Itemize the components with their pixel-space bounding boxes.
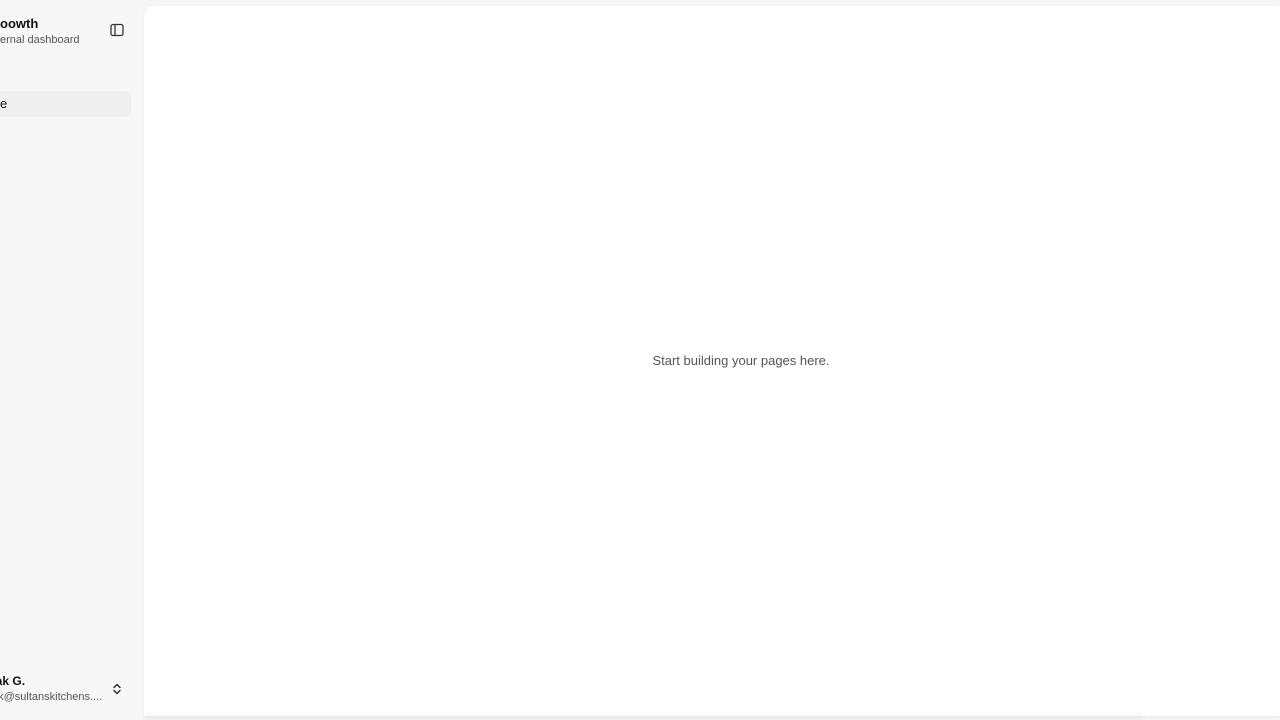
sidebar-item-label: e xyxy=(0,96,8,111)
workspace-subtitle: ernal dashboard xyxy=(0,34,80,46)
user-email: ak@sultanskitchens.... xyxy=(0,691,103,703)
chevron-up-down-icon xyxy=(110,681,124,697)
empty-state-message: Start building your pages here. xyxy=(652,353,830,368)
user-name: aak G. xyxy=(0,674,26,688)
main-content: Start building your pages here. xyxy=(144,6,1280,716)
sidebar-toggle-button[interactable] xyxy=(107,22,127,42)
workspace-name: oowth xyxy=(0,16,39,31)
sidebar-item-active[interactable]: e xyxy=(0,91,131,117)
main-bottom-shadow xyxy=(144,712,1144,720)
workspace-header: oowth ernal dashboard xyxy=(0,16,111,47)
user-info: aak G. ak@sultanskitchens.... xyxy=(0,673,104,704)
app: oowth ernal dashboard e aak G. ak@sultan… xyxy=(0,0,1280,720)
sidebar-panel-icon xyxy=(110,23,124,42)
user-menu[interactable]: aak G. ak@sultanskitchens.... xyxy=(0,673,144,709)
sidebar: oowth ernal dashboard e aak G. ak@sultan… xyxy=(0,0,144,720)
